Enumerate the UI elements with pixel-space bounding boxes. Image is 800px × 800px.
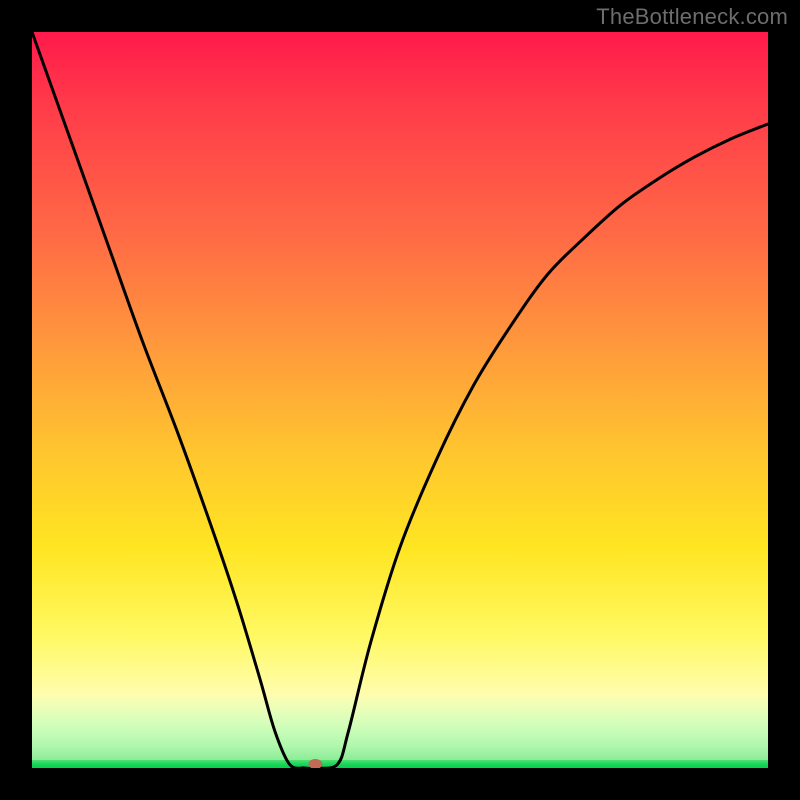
bottleneck-curve-path xyxy=(32,32,768,768)
chart-frame: TheBottleneck.com xyxy=(0,0,800,800)
minimum-marker xyxy=(308,759,322,768)
bottleneck-curve xyxy=(32,32,768,768)
plot-area xyxy=(32,32,768,768)
watermark-text: TheBottleneck.com xyxy=(596,4,788,30)
